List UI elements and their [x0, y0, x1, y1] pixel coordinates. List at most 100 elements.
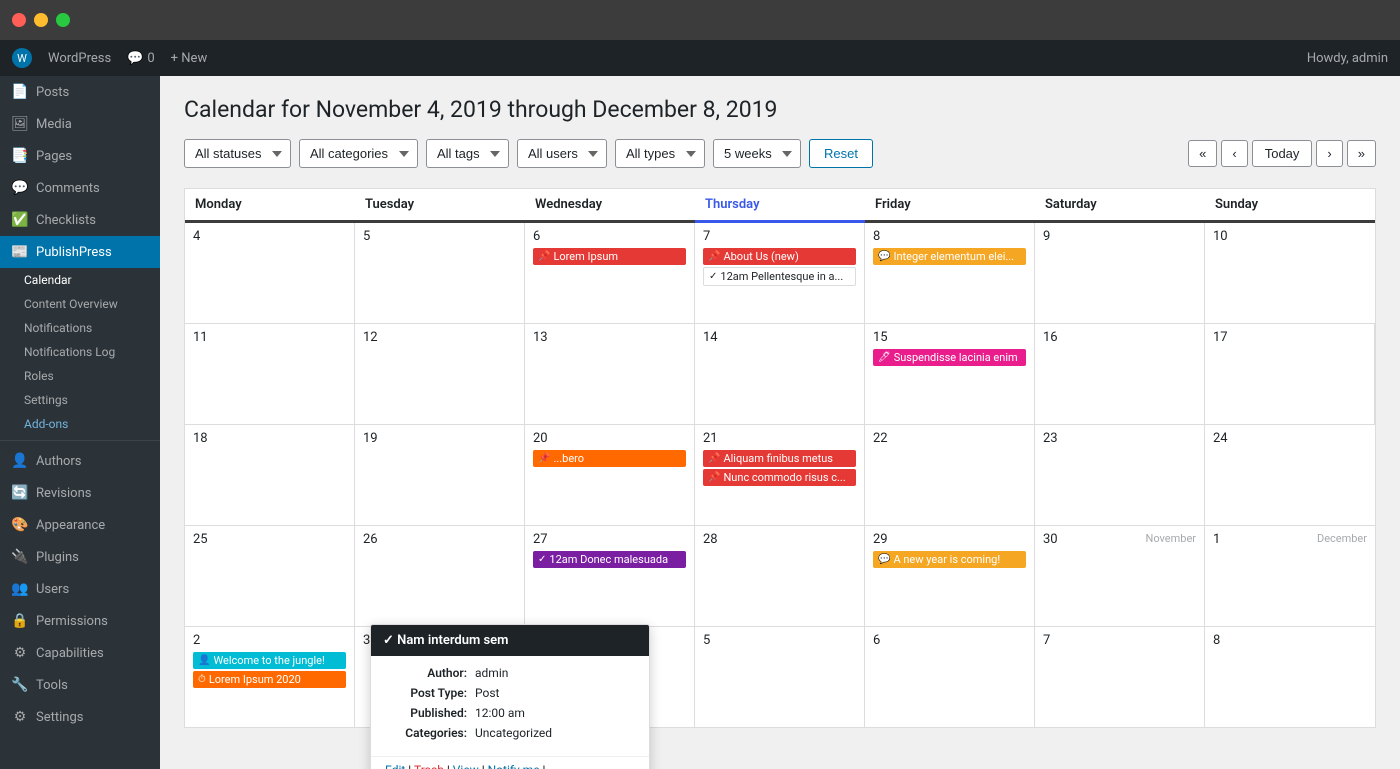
last-page-button[interactable]: »	[1347, 140, 1376, 167]
sidebar-item-content-overview[interactable]: Content Overview	[0, 292, 160, 316]
sidebar-item-notifications-log[interactable]: Notifications Log	[0, 340, 160, 364]
sidebar-item-appearance[interactable]: 🎨 Appearance	[0, 509, 160, 541]
popup-notify-link[interactable]: Notify me	[488, 763, 540, 769]
site-name[interactable]: WordPress	[48, 51, 111, 66]
day-15-nov: 15 🖊 Suspendisse lacinia enim	[865, 324, 1035, 424]
sidebar-item-posts[interactable]: 📄 Posts	[0, 76, 160, 108]
permissions-icon: 🔒	[12, 613, 28, 629]
event-bero[interactable]: 📌 ...bero	[533, 450, 686, 467]
event-popup: ✓ Nam interdum sem Author: admin Post Ty…	[370, 624, 650, 769]
weeks-filter[interactable]: 5 weeks	[713, 139, 801, 168]
col-monday: Monday	[185, 189, 355, 220]
day-2-dec: 2 👤 Welcome to the jungle! ⏱ Lorem Ipsum…	[185, 627, 355, 727]
sidebar-item-revisions[interactable]: 🔄 Revisions	[0, 477, 160, 509]
reset-button[interactable]: Reset	[809, 139, 873, 168]
popup-type-row: Post Type: Post	[385, 686, 635, 700]
event-donec[interactable]: ✓ 12am Donec malesuada	[533, 551, 686, 568]
day-10-nov: 10	[1205, 223, 1375, 323]
sidebar-item-permissions[interactable]: 🔒 Permissions	[0, 605, 160, 637]
day-5-dec: 5	[695, 627, 865, 727]
sidebar-item-authors[interactable]: 👤 Authors	[0, 445, 160, 477]
calendar-week-4: 25 26 27 ✓ 12am Donec malesuada 28 29 💬 …	[185, 526, 1375, 627]
event-welcome[interactable]: 👤 Welcome to the jungle!	[193, 652, 346, 669]
sidebar-item-users[interactable]: 👥 Users	[0, 573, 160, 605]
popup-trash-link[interactable]: Trash	[414, 763, 444, 769]
col-tuesday: Tuesday	[355, 189, 525, 220]
popup-author-value: admin	[475, 666, 508, 680]
popup-published-row: Published: 12:00 am	[385, 706, 635, 720]
posts-icon: 📄	[12, 84, 28, 100]
day-7-nov: 7 📌 About Us (new) ✓ 12am Pellentesque i…	[695, 223, 865, 323]
sidebar-item-publishpress[interactable]: 📰 PublishPress	[0, 236, 160, 268]
sidebar-item-comments[interactable]: 💬 Comments	[0, 172, 160, 204]
filters-row: All statuses All categories All tags All…	[184, 139, 1376, 168]
maximize-button[interactable]	[56, 13, 70, 27]
col-thursday: Thursday	[695, 189, 865, 223]
first-page-button[interactable]: «	[1188, 140, 1217, 167]
popup-categories-label: Categories:	[385, 726, 475, 740]
day-30-nov: 30November	[1035, 526, 1205, 626]
minimize-button[interactable]	[34, 13, 48, 27]
day-8-dec: 8	[1205, 627, 1375, 727]
sidebar-item-capabilities[interactable]: ⚙ Capabilities	[0, 637, 160, 669]
window-chrome	[0, 0, 1400, 40]
day-19-nov: 19	[355, 425, 525, 525]
comment-count[interactable]: 💬 0	[127, 51, 155, 66]
sidebar-item-roles[interactable]: Roles	[0, 364, 160, 388]
day-8-nov: 8 💬 Integer elementum elei...	[865, 223, 1035, 323]
wp-logo[interactable]: W	[12, 48, 32, 68]
event-nunc[interactable]: 📌 Nunc commodo risus c...	[703, 469, 856, 486]
popup-author-row: Author: admin	[385, 666, 635, 680]
sidebar-item-checklists[interactable]: ✅ Checklists	[0, 204, 160, 236]
event-lorem-ipsum[interactable]: 📌 Lorem Ipsum	[533, 248, 686, 265]
prev-page-button[interactable]: ‹	[1221, 140, 1247, 167]
category-filter[interactable]: All categories	[299, 139, 418, 168]
status-filter[interactable]: All statuses	[184, 139, 291, 168]
pin-icon: 📌	[708, 472, 720, 483]
sidebar-item-add-ons[interactable]: Add-ons	[0, 412, 160, 436]
tags-filter[interactable]: All tags	[426, 139, 509, 168]
user-icon: 👤	[198, 655, 210, 666]
event-suspendisse[interactable]: 🖊 Suspendisse lacinia enim	[873, 349, 1026, 366]
event-pellentesque[interactable]: ✓ 12am Pellentesque in a...	[703, 267, 856, 286]
event-integer[interactable]: 💬 Integer elementum elei...	[873, 248, 1026, 265]
close-button[interactable]	[12, 13, 26, 27]
event-lorem2020[interactable]: ⏱ Lorem Ipsum 2020	[193, 671, 346, 688]
sidebar-item-settings2[interactable]: ⚙ Settings	[0, 701, 160, 733]
popup-header: ✓ Nam interdum sem	[371, 625, 649, 656]
pages-icon: 📑	[12, 148, 28, 164]
sidebar-item-media[interactable]: 🖼 Media	[0, 108, 160, 140]
event-aliquam[interactable]: 📌 Aliquam finibus metus	[703, 450, 856, 467]
sidebar-item-settings[interactable]: Settings	[0, 388, 160, 412]
edit-icon: 🖊	[878, 352, 891, 363]
popup-body: Author: admin Post Type: Post Published:…	[371, 656, 649, 756]
new-link[interactable]: + New	[171, 51, 208, 66]
comment-icon: 💬	[878, 554, 890, 565]
popup-container: ✓ Nam interdum sem Author: admin Post Ty…	[370, 624, 650, 769]
event-newyear[interactable]: 💬 A new year is coming!	[873, 551, 1026, 568]
popup-published-value: 12:00 am	[475, 706, 525, 720]
popup-author-label: Author:	[385, 666, 475, 680]
howdy-text: Howdy, admin	[1307, 51, 1388, 66]
sidebar-item-plugins[interactable]: 🔌 Plugins	[0, 541, 160, 573]
calendar-header: Monday Tuesday Wednesday Thursday Friday…	[185, 189, 1375, 223]
types-filter[interactable]: All types	[615, 139, 705, 168]
day-12-nov: 12	[355, 324, 525, 424]
today-button[interactable]: Today	[1252, 140, 1313, 167]
calendar: Monday Tuesday Wednesday Thursday Friday…	[184, 188, 1376, 728]
sidebar-item-notifications[interactable]: Notifications	[0, 316, 160, 340]
popup-actions: Edit | Trash | View | Notify me |	[371, 756, 649, 769]
day-20-nov: 20 📌 ...bero	[525, 425, 695, 525]
calendar-week-2: 11 12 13 14 15 🖊 Suspendisse lacinia eni…	[185, 324, 1375, 425]
next-page-button[interactable]: ›	[1316, 140, 1342, 167]
users-filter[interactable]: All users	[517, 139, 607, 168]
popup-edit-link[interactable]: Edit	[385, 763, 405, 769]
sidebar-item-pages[interactable]: 📑 Pages	[0, 140, 160, 172]
popup-categories-row: Categories: Uncategorized	[385, 726, 635, 740]
popup-view-link[interactable]: View	[453, 763, 479, 769]
event-about-us[interactable]: 📌 About Us (new)	[703, 248, 856, 265]
admin-bar: W WordPress 💬 0 + New Howdy, admin	[0, 40, 1400, 76]
sidebar-item-calendar[interactable]: Calendar	[0, 268, 160, 292]
sidebar: 📄 Posts 🖼 Media 📑 Pages 💬 Comments ✅ Che…	[0, 76, 160, 769]
sidebar-item-tools[interactable]: 🔧 Tools	[0, 669, 160, 701]
